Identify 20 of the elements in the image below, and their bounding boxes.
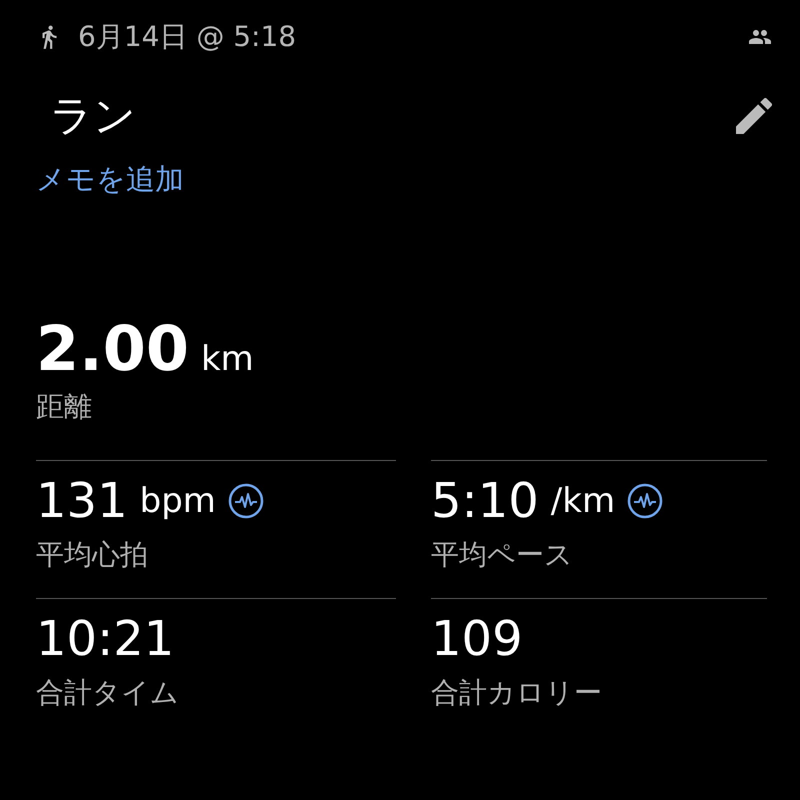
metric-label: 平均心拍 [36,536,149,573]
distance-label: 距離 [36,389,93,425]
metric-value: 5:10 [431,475,539,528]
metric-value: 131 [36,475,128,528]
metric-value: 109 [431,613,523,666]
metric-label: 平均ペース [431,536,574,573]
activity-date: 6月14日 @ 5:18 [78,19,296,55]
activity-title: ラン [50,90,136,142]
heartbeat-chart-icon[interactable] [228,483,264,520]
heartbeat-chart-icon[interactable] [627,483,664,520]
metric-unit: /km [550,481,616,522]
add-memo-link[interactable]: メモを追加 [36,160,184,200]
metric-label: 合計タイム [36,674,180,711]
people-icon[interactable] [748,27,772,47]
metric-value: 10:21 [36,613,174,666]
edit-icon[interactable] [736,98,772,134]
distance-unit: km [200,339,254,379]
distance-value: 2.00 [36,318,189,380]
metric-label: 合計カロリー [431,674,603,711]
metric-unit: bpm [140,481,216,522]
